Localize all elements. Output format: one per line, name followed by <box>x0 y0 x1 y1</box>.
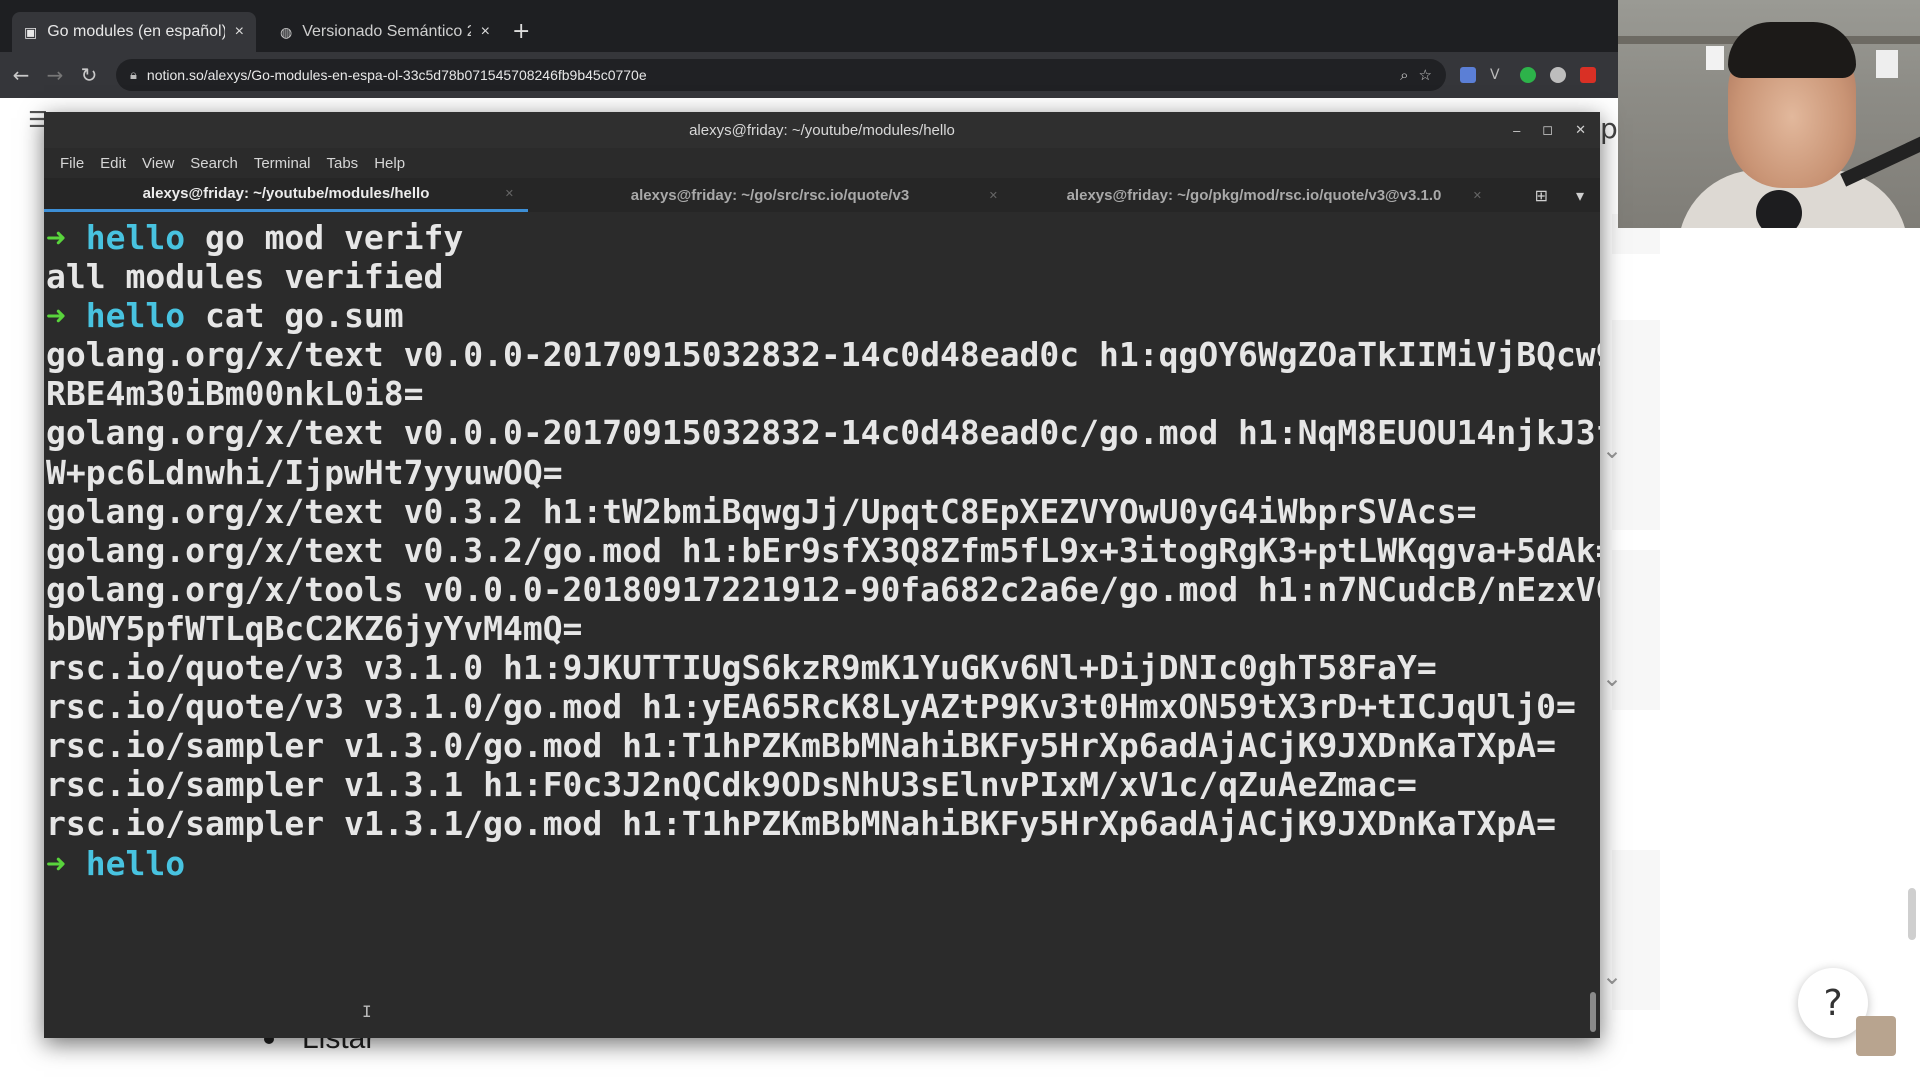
output-line: rsc.io/quote/v3 v3.1.0 h1:9JKUTTIUgS6kzR… <box>46 648 1437 688</box>
translate-extension-icon[interactable] <box>1460 67 1476 83</box>
output-line: W+pc6Ldnwhi/IjpwHt7yyuwOQ= <box>46 452 563 492</box>
webcam-overlay <box>1618 0 1920 228</box>
terminal-menubar: File Edit View Search Terminal Tabs Help <box>44 148 1600 178</box>
close-icon[interactable]: ✕ <box>1473 189 1482 202</box>
globe-icon: ◍ <box>280 23 293 40</box>
output-line: golang.org/x/tools v0.0.0-20180917221912… <box>46 569 1600 609</box>
close-icon[interactable]: ✕ <box>989 189 998 202</box>
tab-close-icon[interactable]: × <box>481 23 490 41</box>
output-line: bDWY5pfWTLqBcC2KZ6jyYvM4mQ= <box>46 608 583 648</box>
menu-terminal[interactable]: Terminal <box>246 155 319 172</box>
vue-extension-icon[interactable]: V <box>1490 67 1506 83</box>
back-arrow-icon[interactable]: ← <box>8 63 34 87</box>
output-line: golang.org/x/text v0.0.0-20170915032832-… <box>46 413 1600 453</box>
browser-tab-strip: ▣ Go modules (en español) × ◍ Versionado… <box>0 0 1618 52</box>
browser-toolbar: ← → ↻ 🔒︎ notion.so/alexys/Go-modules-en-… <box>0 52 1618 98</box>
terminal-tab-hello[interactable]: alexys@friday: ~/youtube/modules/hello ✕ <box>44 178 528 212</box>
output-line: all modules verified <box>46 257 444 297</box>
prompt-arrow: ➜ <box>46 296 66 336</box>
command-line: ➜ hello <box>46 844 1600 883</box>
green-extension-icon[interactable] <box>1520 67 1536 83</box>
prompt-directory: hello <box>85 843 186 883</box>
terminal-tab-bar: alexys@friday: ~/youtube/modules/hello ✕… <box>44 178 1600 212</box>
prompt-arrow: ➜ <box>46 218 66 257</box>
forward-arrow-icon[interactable]: → <box>42 63 68 87</box>
page-scrollbar[interactable] <box>1908 888 1916 940</box>
terminal-tab-label: alexys@friday: ~/youtube/modules/hello <box>142 185 430 202</box>
page-fragment-text: p <box>1600 112 1618 145</box>
browser-tab-go-modules[interactable]: ▣ Go modules (en español) × <box>12 12 256 52</box>
command-line: ➜ hello go mod verify <box>46 218 1600 257</box>
tab-close-icon[interactable]: × <box>235 23 244 41</box>
avatar <box>1856 1016 1896 1056</box>
grey-extension-icon[interactable] <box>1550 67 1566 83</box>
new-tab-button[interactable]: + <box>502 19 540 52</box>
close-icon[interactable]: ✕ <box>505 187 514 200</box>
chevron-down-icon[interactable]: ⌄ <box>1602 436 1622 464</box>
output-line: RBE4m30iBm00nkL0i8= <box>46 374 424 414</box>
menu-search[interactable]: Search <box>182 155 246 172</box>
window-controls: – ◻ ✕ <box>1513 112 1586 148</box>
prompt-arrow: ➜ <box>46 843 66 883</box>
output-line: rsc.io/sampler v1.3.1 h1:F0c3J2nQCdk9ODs… <box>46 765 1417 805</box>
terminal-scrollbar[interactable] <box>1590 992 1596 1032</box>
microphone-icon <box>1756 190 1802 228</box>
output-line: rsc.io/sampler v1.3.1/go.mod h1:T1hPZKmB… <box>46 804 1556 844</box>
output-line: golang.org/x/text v0.3.2/go.mod h1:bEr9s… <box>46 530 1600 570</box>
red-extension-icon[interactable] <box>1580 67 1596 83</box>
notion-favicon-icon: ▣ <box>24 23 38 40</box>
chevron-down-icon[interactable]: ▾ <box>1576 186 1584 205</box>
menu-edit[interactable]: Edit <box>92 155 134 172</box>
terminal-window[interactable]: alexys@friday: ~/youtube/modules/hello –… <box>44 112 1600 1038</box>
terminal-titlebar[interactable]: alexys@friday: ~/youtube/modules/hello –… <box>44 112 1600 148</box>
address-bar[interactable]: 🔒︎ notion.so/alexys/Go-modules-en-espa-o… <box>116 59 1446 91</box>
prompt-directory: hello <box>85 218 186 257</box>
menu-help[interactable]: Help <box>366 155 413 172</box>
close-icon[interactable]: ✕ <box>1575 122 1586 138</box>
output-line: rsc.io/sampler v1.3.0/go.mod h1:T1hPZKmB… <box>46 726 1556 766</box>
star-icon[interactable]: ☆ <box>1419 66 1432 84</box>
terminal-tab-quote-mod[interactable]: alexys@friday: ~/go/pkg/mod/rsc.io/quote… <box>1012 178 1496 212</box>
webcam-paper <box>1876 50 1898 78</box>
lock-icon: 🔒︎ <box>130 67 137 83</box>
reload-icon[interactable]: ↻ <box>76 63 102 87</box>
terminal-output[interactable]: ➜ hello go mod verify all modules verifi… <box>44 212 1600 1038</box>
output-line: golang.org/x/text v0.3.2 h1:tW2bmiBqwgJj… <box>46 491 1477 531</box>
menu-tabs[interactable]: Tabs <box>319 155 367 172</box>
maximize-icon[interactable]: ◻ <box>1542 122 1553 138</box>
url-text: notion.so/alexys/Go-modules-en-espa-ol-3… <box>146 67 647 83</box>
terminal-tab-tools: ⊞ ▾ <box>1535 178 1600 212</box>
browser-tab-label: Go modules (en español) <box>47 23 225 40</box>
terminal-title: alexys@friday: ~/youtube/modules/hello <box>689 121 955 139</box>
output-line: golang.org/x/text v0.0.0-20170915032832-… <box>46 335 1600 375</box>
output-line: rsc.io/quote/v3 v3.1.0/go.mod h1:yEA65Rc… <box>46 687 1576 727</box>
menu-file[interactable]: File <box>52 155 92 172</box>
text-cursor-icon: I <box>362 1002 372 1021</box>
menu-view[interactable]: View <box>134 155 182 172</box>
chevron-down-icon[interactable]: ⌄ <box>1602 962 1622 990</box>
chevron-down-icon[interactable]: ⌄ <box>1602 664 1622 692</box>
terminal-tab-quote-src[interactable]: alexys@friday: ~/go/src/rsc.io/quote/v3 … <box>528 178 1012 212</box>
minimize-icon[interactable]: – <box>1513 123 1520 138</box>
browser-tab-versionado[interactable]: ◍ Versionado Semántico 2 × <box>268 12 502 52</box>
new-terminal-icon[interactable]: ⊞ <box>1535 186 1548 205</box>
command-text: go mod verify <box>185 218 464 257</box>
terminal-tab-label: alexys@friday: ~/go/pkg/mod/rsc.io/quote… <box>1066 186 1442 204</box>
side-card <box>1612 320 1660 530</box>
terminal-tab-label: alexys@friday: ~/go/src/rsc.io/quote/v3 <box>630 186 910 204</box>
zoom-icon[interactable]: ⌕ <box>1400 66 1408 84</box>
command-text: cat go.sum <box>185 296 404 336</box>
webcam-person-hair <box>1728 22 1856 78</box>
webcam-paper <box>1706 46 1724 70</box>
command-line: ➜ hello cat go.sum <box>46 296 1600 335</box>
browser-tab-label: Versionado Semántico 2 <box>302 23 471 40</box>
prompt-directory: hello <box>85 296 186 336</box>
